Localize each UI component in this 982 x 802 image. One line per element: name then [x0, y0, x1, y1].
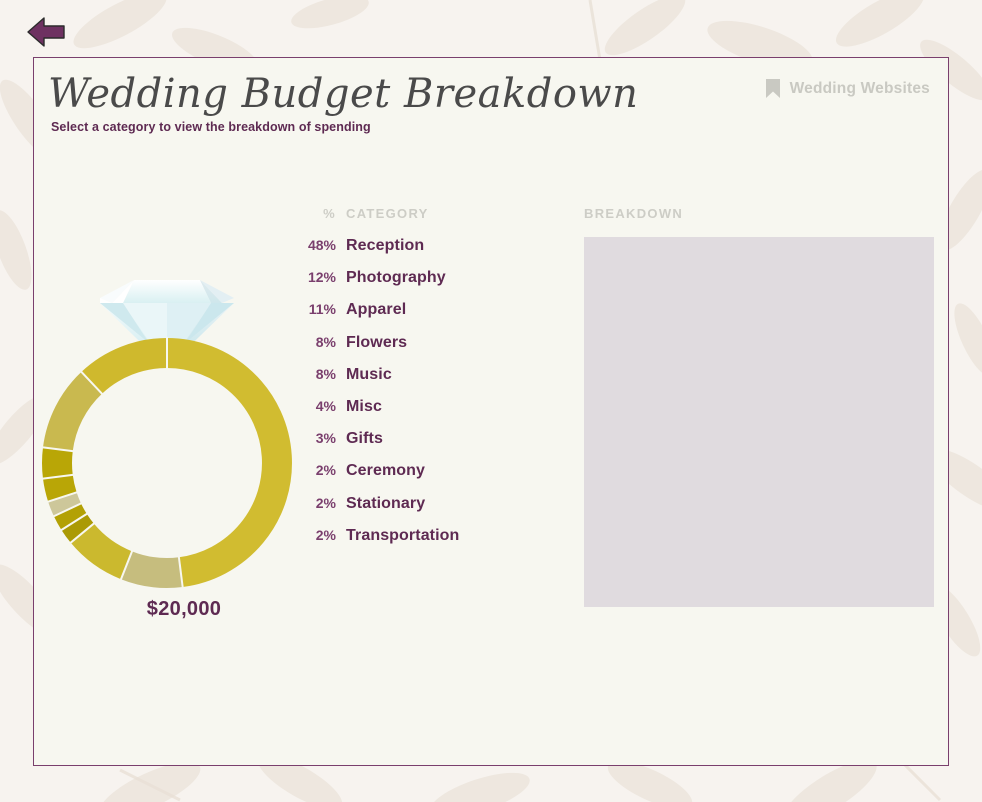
category-label: Gifts [346, 430, 383, 448]
category-row[interactable]: 8% Music [306, 366, 546, 384]
wedding-websites-link[interactable]: Wedding Websites [765, 78, 930, 99]
page-title: Wedding Budget Breakdown [48, 71, 639, 117]
ring-band [41, 337, 292, 589]
main-card: Wedding Budget Breakdown Select a catego… [33, 57, 949, 766]
header-pct: % [323, 206, 336, 221]
category-percent: 2% [315, 526, 336, 543]
ring-segment-stationary[interactable] [53, 503, 87, 530]
category-label: Reception [346, 237, 425, 254]
category-percent: 2% [315, 462, 336, 479]
back-arrow-icon[interactable] [26, 14, 66, 50]
category-label: Stationary [346, 494, 426, 512]
category-percent: 8% [315, 333, 336, 350]
category-percent: 4% [315, 397, 336, 414]
category-percent: 2% [315, 494, 336, 511]
category-percent: 12% [307, 269, 336, 286]
category-label: Misc [346, 397, 382, 415]
wedding-ring-donut-chart[interactable] [39, 218, 329, 598]
breakdown-header: BREAKDOWN [584, 206, 684, 221]
ring-segment-music[interactable] [70, 523, 133, 580]
category-row[interactable]: 2% Transportation [306, 527, 546, 545]
ring-segment-gifts[interactable] [42, 474, 77, 502]
category-label: Photography [346, 269, 446, 287]
category-label: Music [346, 365, 392, 383]
page-subtitle: Select a category to view the breakdown … [51, 120, 371, 134]
ring-chart-container: $20,000 [39, 218, 329, 638]
category-row[interactable]: 2% Ceremony [306, 462, 546, 480]
category-row[interactable]: 2% Stationary [306, 495, 546, 513]
category-row[interactable]: 8% Flowers [306, 334, 546, 352]
category-table-header: % CATEGORY [306, 206, 546, 221]
category-label: Flowers [346, 333, 408, 351]
wedding-websites-label: Wedding Websites [789, 79, 930, 97]
category-row[interactable]: 48% Reception [306, 237, 546, 255]
category-percent: 8% [315, 365, 336, 382]
ring-segment-ceremony[interactable] [48, 492, 82, 517]
category-percent: 48% [307, 237, 336, 253]
category-percent: 3% [315, 430, 336, 447]
ring-segment-misc[interactable] [42, 447, 73, 479]
category-row[interactable]: 3% Gifts [306, 430, 546, 448]
ring-segment-apparel[interactable] [42, 371, 103, 452]
category-row[interactable]: 4% Misc [306, 398, 546, 416]
category-percent: 11% [308, 301, 336, 318]
ring-segment-reception[interactable] [166, 338, 292, 588]
bookmark-icon [765, 79, 780, 98]
ring-segment-photography[interactable] [81, 338, 168, 395]
ring-segment-transportation[interactable] [61, 513, 94, 543]
total-amount-label: $20,000 [146, 598, 222, 620]
category-label: Transportation [346, 526, 460, 544]
header-category: CATEGORY [346, 206, 429, 221]
category-label: Apparel [346, 301, 407, 319]
ring-segment-flowers[interactable] [120, 551, 183, 588]
category-row[interactable]: 11% Apparel [306, 301, 546, 319]
breakdown-section: BREAKDOWN [584, 206, 934, 607]
category-label: Ceremony [346, 462, 426, 480]
category-row[interactable]: 12% Photography [306, 269, 546, 287]
breakdown-panel[interactable] [584, 237, 934, 607]
category-table: % CATEGORY 48% Reception 12% Photography 11%… [306, 206, 546, 559]
